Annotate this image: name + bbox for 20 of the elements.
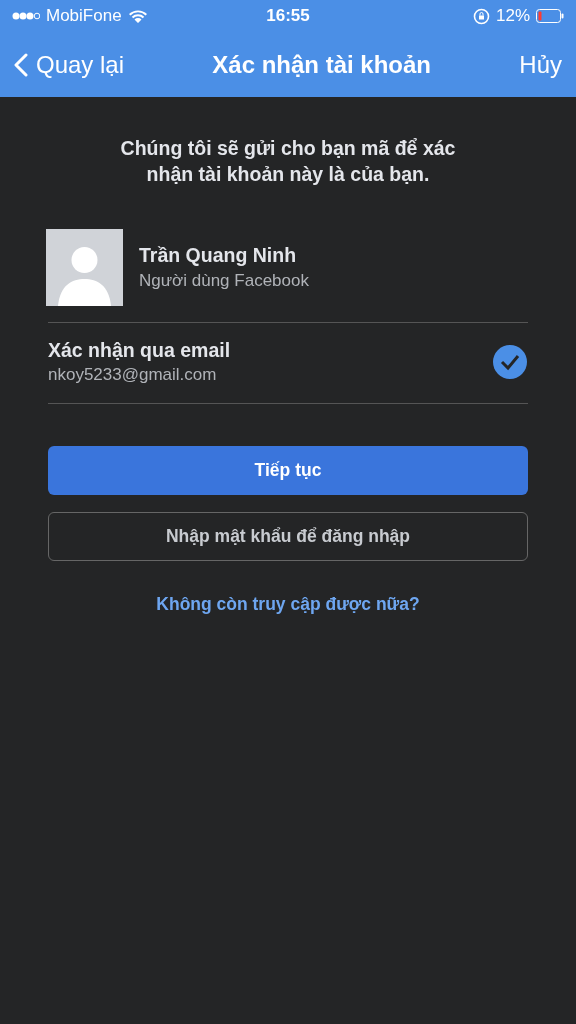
back-button[interactable]: Quay lại (14, 50, 125, 79)
account-type: Người dùng Facebook (139, 271, 309, 291)
battery-icon (536, 9, 564, 23)
rotation-lock-icon (473, 7, 490, 25)
password-login-button[interactable]: Nhập mật khẩu để đăng nhập (48, 512, 528, 561)
no-access-link[interactable]: Không còn truy cập được nữa? (48, 593, 528, 616)
wifi-icon (127, 8, 148, 24)
battery-percent: 12% (496, 6, 530, 26)
instruction-text: Chúng tôi sẽ gửi cho bạn mã để xác nhận tài khoản này là của bạn. (119, 136, 457, 187)
signal-icon (12, 12, 40, 20)
option-email: nkoy5233@gmail.com (48, 365, 218, 385)
checked-radio[interactable] (492, 344, 528, 380)
continue-button[interactable]: Tiếp tục (48, 446, 528, 495)
clock-time: 16:55 (266, 6, 310, 26)
account-name: Trần Quang Ninh (139, 244, 298, 267)
cancel-button[interactable]: Hủy (519, 50, 562, 79)
page-title: Xác nhận tài khoản (211, 50, 433, 79)
option-title: Xác nhận qua email (48, 339, 232, 362)
carrier-name: MobiFone (46, 6, 122, 26)
chevron-left-icon (14, 52, 28, 77)
